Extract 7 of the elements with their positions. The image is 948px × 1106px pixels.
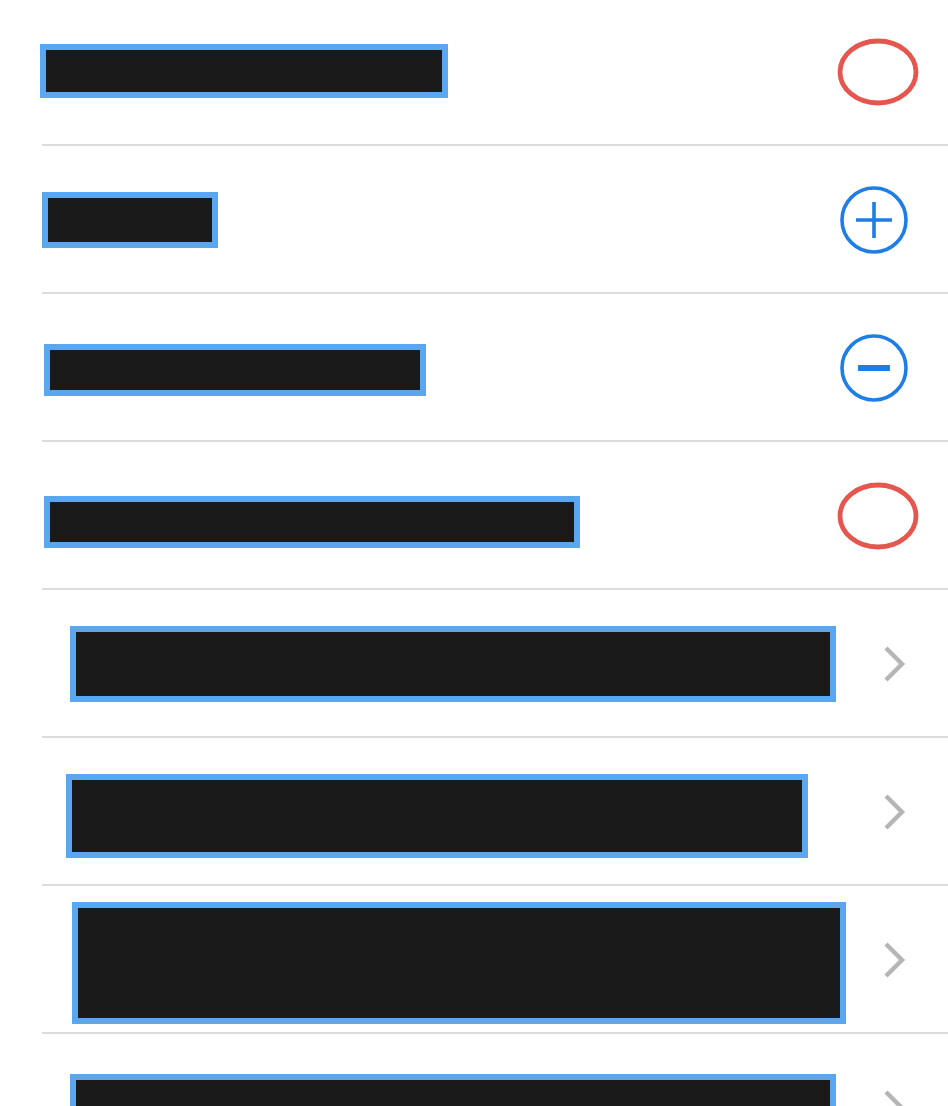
circle-icon[interactable] bbox=[836, 481, 920, 549]
chevron-right-icon bbox=[882, 791, 906, 831]
remove-icon[interactable] bbox=[838, 331, 910, 403]
circle-icon[interactable] bbox=[836, 38, 920, 106]
chevron-right-icon bbox=[882, 643, 906, 683]
chevron-right-icon bbox=[882, 939, 906, 979]
add-icon[interactable] bbox=[838, 183, 910, 255]
